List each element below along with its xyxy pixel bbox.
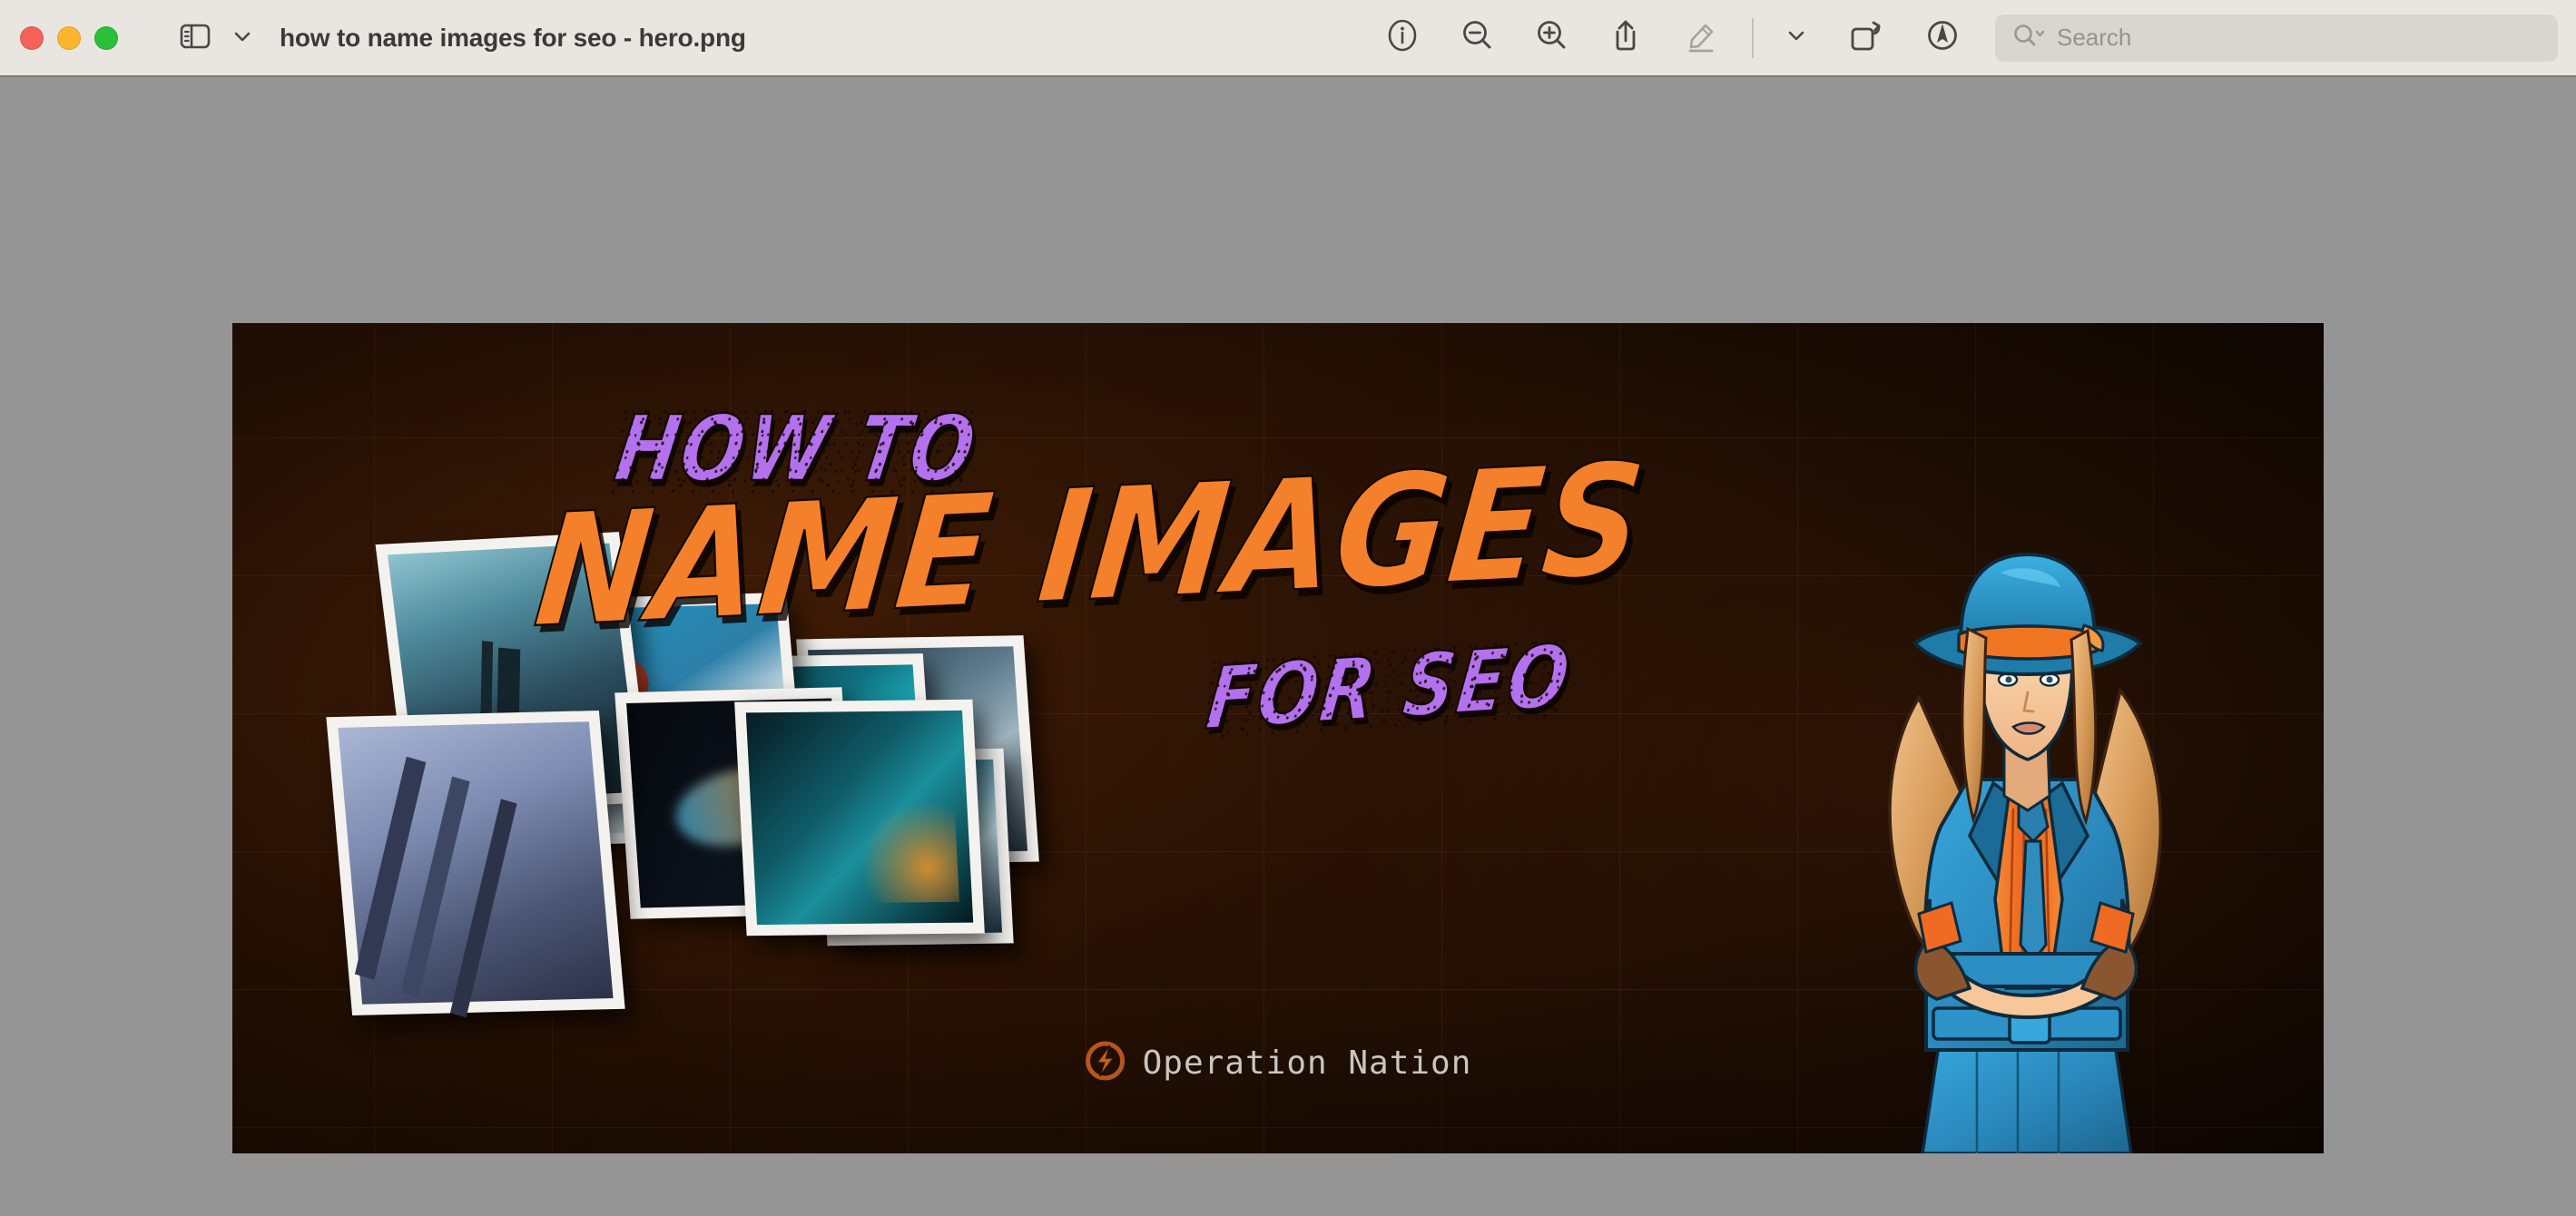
search-field[interactable]: Search <box>1995 14 2558 62</box>
image-viewer-canvas[interactable]: HOW TO NAME IMAGES FOR SEO Operation Nat… <box>0 79 2576 1216</box>
displayed-image: HOW TO NAME IMAGES FOR SEO Operation Nat… <box>232 323 2324 1153</box>
zoom-in-icon <box>1532 16 1570 59</box>
chevron-down-icon <box>232 29 252 46</box>
zoom-window-button[interactable] <box>94 25 118 50</box>
toolbar: Search <box>1365 14 2576 62</box>
search-icon <box>2011 22 2046 54</box>
toolbar-divider <box>1752 17 1754 58</box>
rotate-button[interactable] <box>1844 15 1886 60</box>
info-button[interactable] <box>1383 16 1421 59</box>
rotate-icon <box>1844 15 1886 60</box>
search-input-placeholder[interactable]: Search <box>2057 24 2131 52</box>
pen-nib-circle-icon <box>1922 15 1962 60</box>
headline-main: NAME IMAGES <box>527 429 1654 663</box>
traffic-light-group <box>0 25 118 50</box>
annotate-button[interactable] <box>1922 15 1962 60</box>
detective-woman-illustration <box>1832 536 2222 1153</box>
share-icon <box>1607 15 1645 60</box>
zoom-out-icon <box>1458 16 1496 59</box>
sidebar-icon <box>180 23 211 53</box>
chevron-down-icon <box>1785 27 1808 48</box>
minimize-window-button[interactable] <box>57 25 81 50</box>
markup-menu-button[interactable] <box>1785 27 1808 48</box>
info-circle-icon <box>1383 16 1421 59</box>
markup-button[interactable] <box>1681 15 1721 60</box>
sidebar-controls <box>172 17 260 58</box>
zoom-in-button[interactable] <box>1532 16 1570 59</box>
headline-kicker-text: FOR SEO <box>1201 626 1578 750</box>
window-titlebar: how to name images for seo - hero.png Se… <box>0 0 2576 77</box>
pencil-icon <box>1681 15 1721 60</box>
close-window-button[interactable] <box>20 25 44 50</box>
brand-lockup: Operation Nation <box>1085 1040 1472 1086</box>
zoom-out-button[interactable] <box>1458 16 1496 59</box>
window-title: how to name images for seo - hero.png <box>280 23 746 52</box>
sidebar-toggle-button[interactable] <box>172 17 218 58</box>
share-button[interactable] <box>1607 15 1645 60</box>
operation-nation-logo-icon <box>1085 1040 1126 1086</box>
poster-headline: HOW TO NAME IMAGES FOR SEO <box>527 397 1654 750</box>
brand-name: Operation Nation <box>1142 1044 1472 1082</box>
sidebar-menu-button[interactable] <box>225 24 260 52</box>
